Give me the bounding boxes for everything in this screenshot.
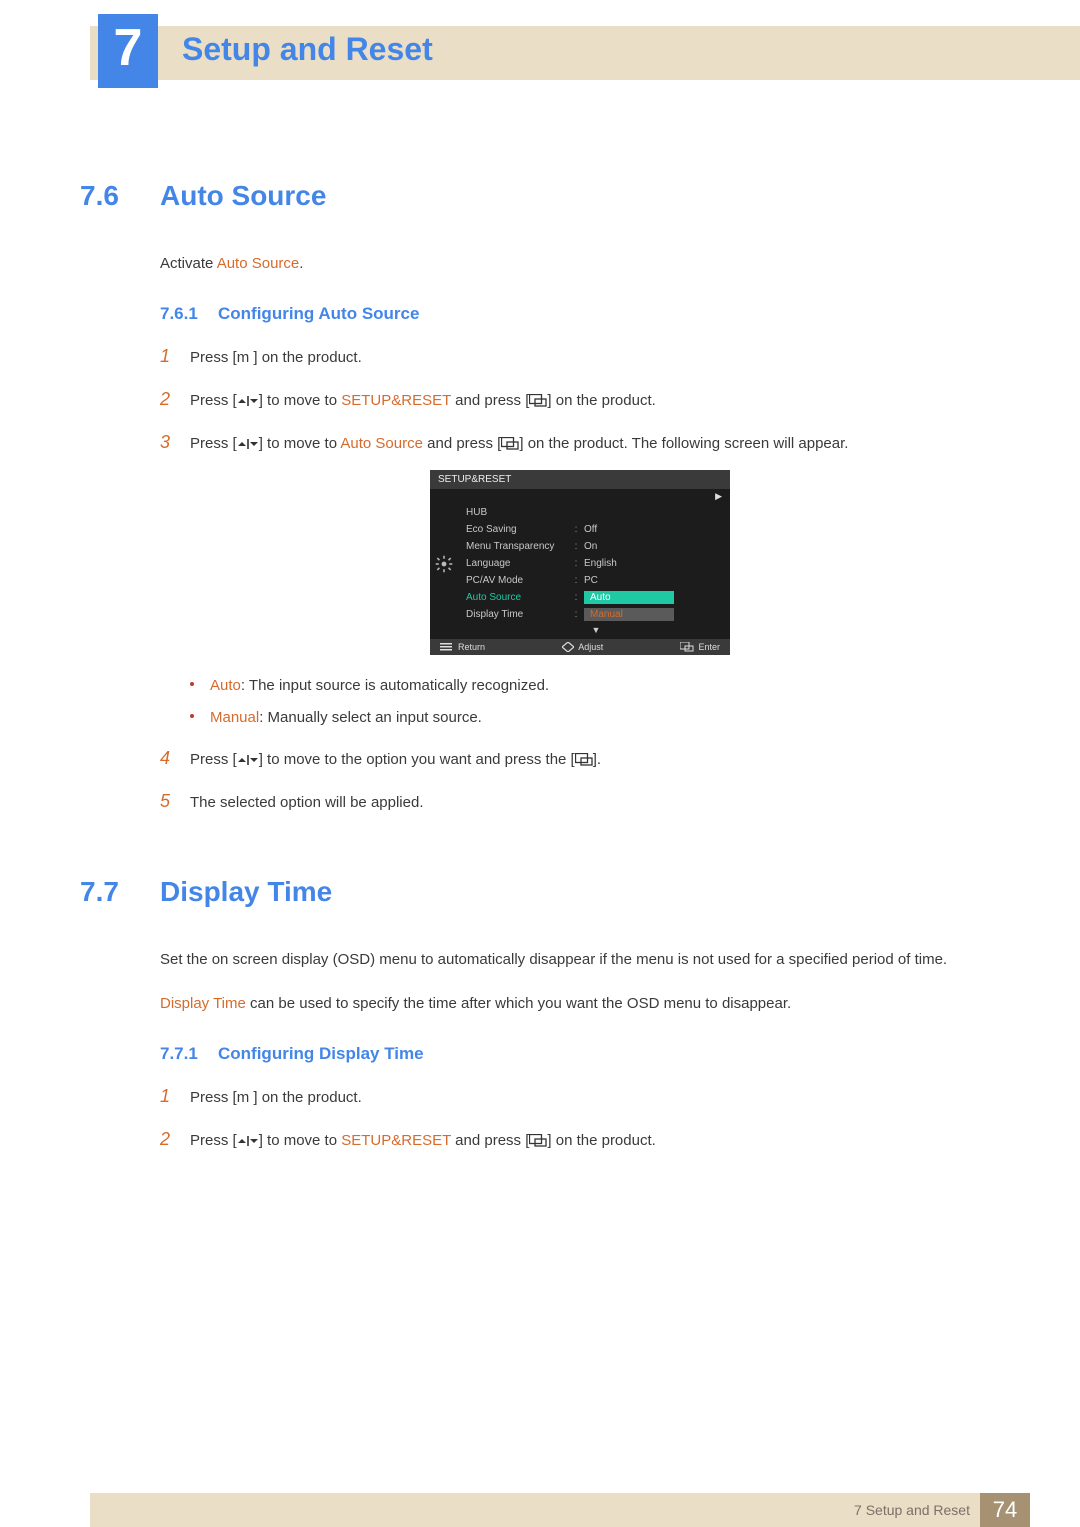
section-number: 7.6	[80, 180, 160, 212]
enter-icon	[680, 642, 694, 652]
osd-footer: Return Adjust Enter	[430, 639, 730, 655]
up-down-icon	[237, 437, 259, 449]
bullet-list-76: Auto: The input source is automatically …	[190, 673, 1000, 730]
step-number: 3	[160, 428, 190, 457]
page-number: 74	[980, 1493, 1030, 1527]
osd-row-transparency: Menu Transparency:On	[462, 538, 730, 555]
subsection-title: Configuring Auto Source	[218, 304, 419, 324]
up-down-icon	[237, 1134, 259, 1146]
up-down-icon	[237, 394, 259, 406]
step-1: 1 Press [m ] on the product.	[160, 342, 1000, 371]
section-title: Auto Source	[160, 180, 326, 212]
chapter-header: 7 Setup and Reset	[0, 0, 1080, 90]
osd-dropdown-selected: Auto	[584, 591, 674, 604]
osd-row-auto-source: Auto Source: Auto	[462, 589, 730, 606]
section-number: 7.7	[80, 876, 160, 908]
intro-suffix: .	[299, 255, 303, 272]
enter-icon	[529, 394, 547, 407]
step-4: 4 Press [] to move to the option you wan…	[160, 744, 1000, 773]
step-5: 5 The selected option will be applied.	[160, 787, 1000, 816]
step-text: Press [m ] on the product.	[190, 1086, 1000, 1110]
osd-dropdown-option: Manual	[584, 608, 674, 621]
osd-row-eco: Eco Saving:Off	[462, 521, 730, 538]
section-title: Display Time	[160, 876, 332, 908]
chapter-number-badge: 7	[98, 14, 158, 88]
section-77-p1: Set the on screen display (OSD) menu to …	[160, 948, 1000, 972]
osd-row-language: Language:English	[462, 555, 730, 572]
menu-key-icon: m	[237, 349, 250, 366]
enter-icon	[575, 753, 593, 766]
subsection-number: 7.6.1	[160, 304, 218, 324]
step-text: The selected option will be applied.	[190, 791, 1000, 815]
step-text: Press [] to move to Auto Source and pres…	[190, 432, 1000, 456]
step-number: 2	[160, 385, 190, 414]
step-number: 2	[160, 1125, 190, 1154]
subsection-7-6-1-heading: 7.6.1 Configuring Auto Source	[160, 304, 1000, 324]
step-2: 2 Press [] to move to SETUP&RESET and pr…	[160, 1125, 1000, 1154]
step-text: Press [] to move to SETUP&RESET and pres…	[190, 1129, 1000, 1153]
steps-list-76b: 4 Press [] to move to the option you wan…	[160, 744, 1000, 816]
step-text: Press [] to move to the option you want …	[190, 748, 1000, 772]
section-intro: Activate Auto Source.	[160, 252, 1000, 276]
steps-list-76: 1 Press [m ] on the product. 2 Press [] …	[160, 342, 1000, 456]
footer-label: 7 Setup and Reset	[854, 1502, 970, 1518]
osd-down-arrow-icon: ▼	[430, 625, 730, 639]
step-2: 2 Press [] to move to SETUP&RESET and pr…	[160, 385, 1000, 414]
step-text: Press [m ] on the product.	[190, 346, 1000, 370]
bullet-auto: Auto: The input source is automatically …	[190, 673, 1000, 699]
step-1: 1 Press [m ] on the product.	[160, 1082, 1000, 1111]
steps-list-77: 1 Press [m ] on the product. 2 Press [] …	[160, 1082, 1000, 1154]
bullet-manual: Manual: Manually select an input source.	[190, 705, 1000, 731]
step-number: 5	[160, 787, 190, 816]
subsection-title: Configuring Display Time	[218, 1044, 424, 1064]
section-7-7-heading: 7.7 Display Time	[80, 876, 1000, 908]
adjust-diamond-icon	[562, 642, 574, 652]
osd-footer-adjust: Adjust	[562, 642, 603, 652]
up-down-icon	[237, 753, 259, 765]
section-7-6-heading: 7.6 Auto Source	[80, 180, 1000, 212]
step-text: Press [] to move to SETUP&RESET and pres…	[190, 389, 1000, 413]
step-number: 4	[160, 744, 190, 773]
osd-title: SETUP&RESET	[430, 470, 730, 489]
subsection-7-7-1-heading: 7.7.1 Configuring Display Time	[160, 1044, 1000, 1064]
osd-row-hub: HUB	[462, 504, 730, 521]
page-footer: 7 Setup and Reset 74	[0, 1493, 1080, 1527]
osd-row-pcav: PC/AV Mode:PC	[462, 572, 730, 589]
osd-row-display-time: Display Time: Manual	[462, 606, 730, 623]
osd-footer-return: Return	[440, 642, 485, 652]
menu-key-icon: m	[237, 1089, 250, 1106]
section-77-p2: Display Time can be used to specify the …	[160, 992, 1000, 1016]
step-number: 1	[160, 1082, 190, 1111]
osd-screenshot: SETUP&RESET ▶ HUB Eco Saving:Off Menu Tr…	[430, 470, 730, 655]
gear-icon	[435, 555, 453, 573]
menu-bars-icon	[440, 643, 454, 651]
intro-highlight: Auto Source	[217, 255, 300, 272]
enter-icon	[501, 437, 519, 450]
page-body: 7.6 Auto Source Activate Auto Source. 7.…	[80, 180, 1000, 1168]
osd-footer-enter: Enter	[680, 642, 720, 652]
step-number: 1	[160, 342, 190, 371]
enter-icon	[529, 1134, 547, 1147]
intro-text: Activate	[160, 255, 217, 272]
step-3: 3 Press [] to move to Auto Source and pr…	[160, 428, 1000, 457]
osd-up-arrow-icon: ▶	[430, 489, 730, 502]
subsection-number: 7.7.1	[160, 1044, 218, 1064]
chapter-title: Setup and Reset	[182, 31, 433, 68]
